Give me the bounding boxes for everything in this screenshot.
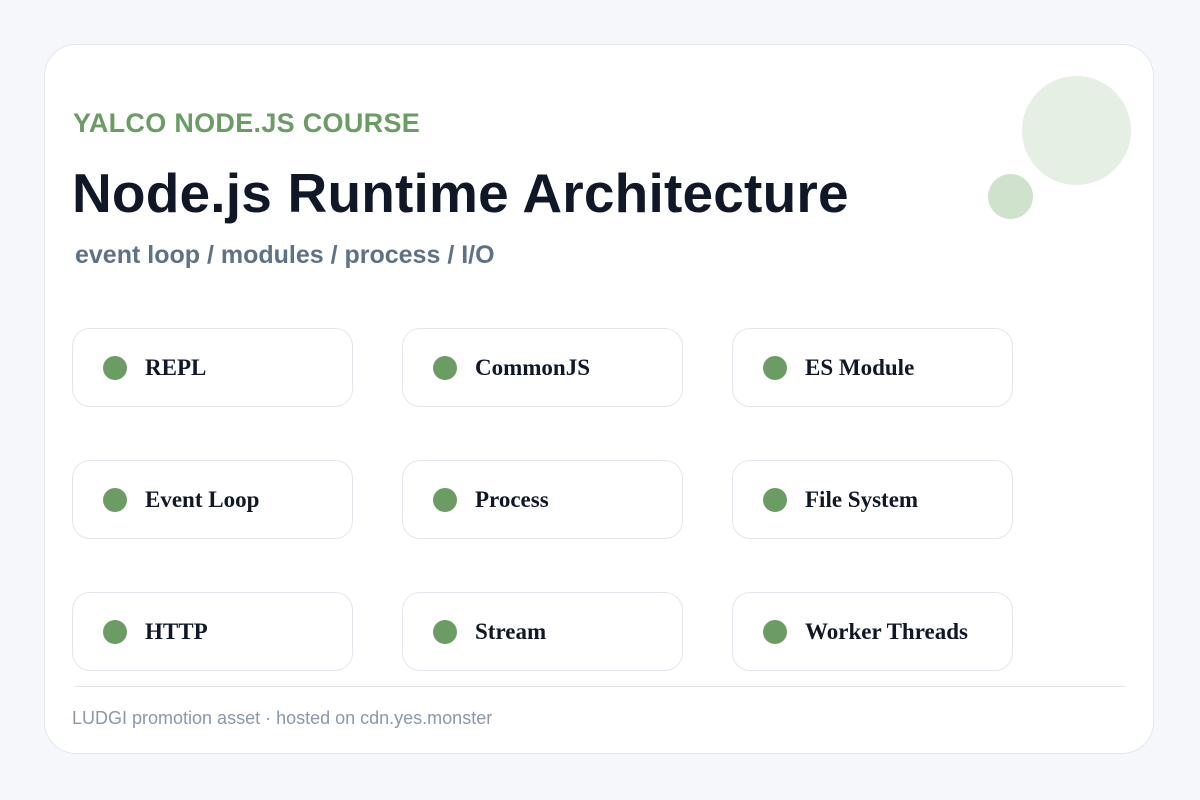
bullet-dot-icon [763, 619, 787, 644]
bullet-dot-icon [433, 487, 457, 512]
topic-tile-worker-threads: Worker Threads [732, 592, 1013, 671]
topic-label: CommonJS [475, 354, 591, 380]
topic-tile-process: Process [402, 460, 683, 539]
footer-caption: LUDGI promotion asset · hosted on cdn.ye… [72, 708, 493, 728]
page-subtitle: event loop / modules / process / I/O [75, 241, 495, 269]
bullet-dot-icon [103, 487, 127, 512]
topic-tile-es-module: ES Module [732, 328, 1013, 407]
topic-label: File System [805, 486, 919, 512]
topic-tile-stream: Stream [402, 592, 683, 671]
bullet-dot-icon [763, 487, 787, 512]
bullet-dot-icon [103, 355, 127, 380]
bullet-dot-icon [433, 355, 457, 380]
topic-label: Process [475, 486, 549, 512]
topic-tile-repl: REPL [72, 328, 353, 407]
bullet-dot-icon [763, 355, 787, 380]
footer-divider [75, 686, 1125, 687]
topic-tile-event-loop: Event Loop [72, 460, 353, 539]
topic-tile-http: HTTP [72, 592, 353, 671]
topic-label: HTTP [145, 618, 208, 644]
topic-label: Event Loop [145, 486, 260, 512]
decorative-circle-small [988, 174, 1033, 219]
course-kicker: YALCO NODE.JS COURSE [73, 108, 421, 138]
topic-grid: REPL CommonJS ES Module Event Loop Proce… [72, 328, 1014, 671]
bullet-dot-icon [103, 619, 127, 644]
topic-label: Stream [475, 618, 547, 644]
topic-label: ES Module [805, 354, 915, 380]
topic-tile-file-system: File System [732, 460, 1013, 539]
topic-label: REPL [145, 354, 207, 380]
page-title: Node.js Runtime Architecture [72, 162, 849, 224]
decorative-circle-large [1022, 76, 1131, 185]
promo-card: YALCO NODE.JS COURSE Node.js Runtime Arc… [44, 44, 1154, 754]
bullet-dot-icon [433, 619, 457, 644]
topic-label: Worker Threads [805, 618, 968, 644]
topic-tile-commonjs: CommonJS [402, 328, 683, 407]
